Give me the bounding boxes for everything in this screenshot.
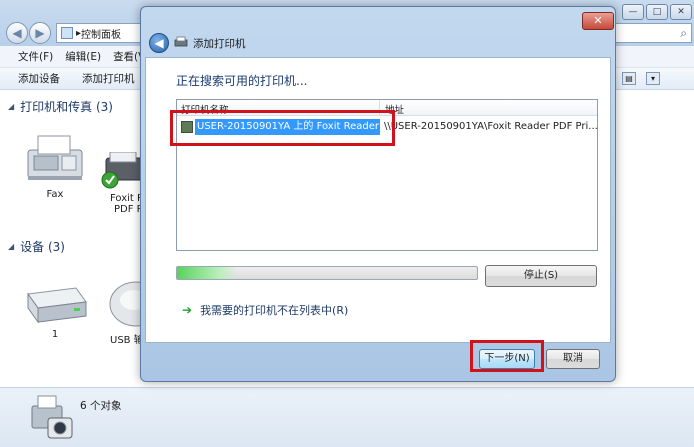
fax-icon xyxy=(27,135,83,180)
search-icon: ⌕ xyxy=(680,26,687,40)
maximize-button[interactable]: □ xyxy=(646,4,668,20)
cancel-button[interactable]: 取消 xyxy=(546,349,600,369)
collapse-triangle-icon: ◢ xyxy=(8,242,15,251)
printer-not-listed-link[interactable]: ➔ 我需要的打印机不在列表中(R) xyxy=(182,302,348,318)
back-arrow-icon[interactable]: ◀ xyxy=(149,33,169,53)
window-controls: — □ ✕ xyxy=(620,4,692,20)
printer-icon xyxy=(101,151,143,189)
printer-row-address: \\USER-20150901YA\Foxit Reader PDF Pri..… xyxy=(384,121,598,132)
menu-file[interactable]: 文件(F) xyxy=(18,49,53,64)
address-bar[interactable]: ▸ 控制面板 xyxy=(56,23,146,43)
drive-device[interactable]: 1 xyxy=(18,284,92,340)
printer-not-listed-label: 我需要的打印机不在列表中(R) xyxy=(200,304,349,317)
view-options-icon[interactable]: ▤ xyxy=(622,72,636,85)
forward-arrow-icon[interactable]: ▶ xyxy=(29,22,51,44)
devices-section-header[interactable]: ◢ 设备 (3) xyxy=(8,238,65,255)
menu-edit[interactable]: 编辑(E) xyxy=(65,49,101,64)
stop-button[interactable]: 停止(S) xyxy=(485,265,597,287)
printer-camera-icon xyxy=(31,395,73,439)
object-count: 6 个对象 xyxy=(80,400,122,412)
dialog-content: 正在搜索可用的打印机... 打印机名称 地址 USER-20150901YA 上… xyxy=(145,57,611,343)
printer-icon xyxy=(174,36,188,47)
hard-drive-icon xyxy=(27,287,87,324)
search-input[interactable]: ⌕ xyxy=(610,23,692,43)
details-pane: 6 个对象 xyxy=(0,387,694,447)
back-arrow-icon[interactable]: ◀ xyxy=(6,22,28,44)
collapse-triangle-icon: ◢ xyxy=(8,102,15,111)
searching-heading: 正在搜索可用的打印机... xyxy=(176,74,308,88)
address-text: 控制面板 xyxy=(81,29,122,41)
devices-section-title: 设备 (3) xyxy=(20,240,65,254)
fax-device[interactable]: Fax xyxy=(18,130,92,200)
add-printer-button[interactable]: 添加打印机 xyxy=(82,71,135,86)
green-arrow-icon: ➔ xyxy=(182,303,193,317)
add-printer-dialog: ✕ ◀ 添加打印机 正在搜索可用的打印机... 打印机名称 地址 USER-20… xyxy=(140,6,616,382)
mouse-icon xyxy=(109,281,163,327)
add-device-button[interactable]: 添加设备 xyxy=(18,71,60,86)
dialog-close-button[interactable]: ✕ xyxy=(582,12,614,30)
dialog-title: 添加打印机 xyxy=(193,38,246,50)
usb-mouse-device[interactable]: USB 输 xyxy=(104,276,163,346)
progress-fill xyxy=(177,267,237,279)
printers-section-title: 打印机和传真 (3) xyxy=(20,100,113,114)
nav-buttons: ◀ ▶ xyxy=(6,22,52,44)
highlight-box xyxy=(470,340,544,372)
foxit-printer-device[interactable]: Foxit R PDF P xyxy=(100,151,144,215)
view-dropdown-icon[interactable]: ▾ xyxy=(646,72,660,85)
usb-mouse-label: USB 输 xyxy=(110,335,144,346)
close-button[interactable]: ✕ xyxy=(670,4,692,20)
search-progress-bar xyxy=(176,266,478,280)
view-buttons: ▤ ▾ xyxy=(622,72,670,85)
printers-section-header[interactable]: ◢ 打印机和传真 (3) xyxy=(8,98,113,115)
control-panel-icon xyxy=(61,27,73,39)
highlight-box xyxy=(170,110,395,146)
fax-label: Fax xyxy=(46,189,64,200)
minimize-button[interactable]: — xyxy=(622,4,644,20)
drive-label: 1 xyxy=(51,329,59,340)
foxit-label-1: Foxit R xyxy=(110,193,144,204)
